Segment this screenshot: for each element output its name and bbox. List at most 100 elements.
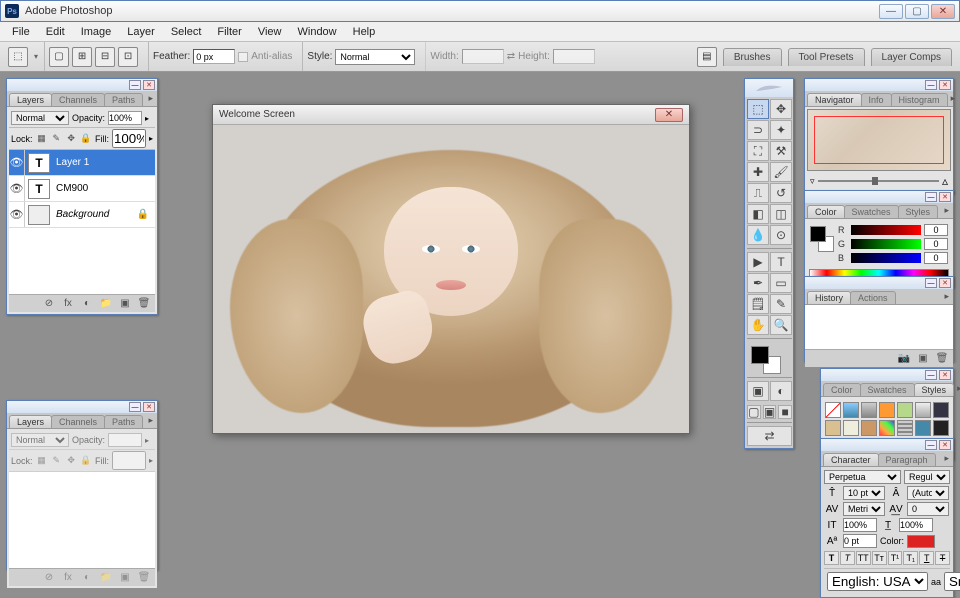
subtract-selection-icon[interactable]: ⊟ xyxy=(95,47,115,67)
panel-close-button[interactable]: ✕ xyxy=(939,278,951,288)
visibility-icon[interactable]: 👁 xyxy=(9,202,25,227)
panel-menu-icon[interactable]: ▸ xyxy=(144,91,157,106)
tab-paragraph[interactable]: Paragraph xyxy=(878,453,936,466)
notes-tool-icon[interactable]: 🗒 xyxy=(747,294,769,314)
b-slider[interactable] xyxy=(851,253,921,263)
shape-tool-icon[interactable]: ▭ xyxy=(770,273,792,293)
history-brush-tool-icon[interactable]: ↺ xyxy=(770,183,792,203)
tab-styles[interactable]: Styles xyxy=(914,383,955,396)
zoom-tool-icon[interactable]: 🔍 xyxy=(770,315,792,335)
marquee-tool-preset-icon[interactable]: ⬚ xyxy=(8,47,28,67)
quickmask-mode-icon[interactable]: ◐ xyxy=(770,381,792,401)
menu-filter[interactable]: Filter xyxy=(209,24,249,40)
layer-mask-icon[interactable]: ◐ xyxy=(79,297,95,311)
tab-swatches[interactable]: Swatches xyxy=(860,383,915,396)
panel-close-button[interactable]: ✕ xyxy=(143,402,155,412)
lock-all-icon[interactable]: 🔒 xyxy=(80,133,92,145)
tab-paths[interactable]: Paths xyxy=(104,93,143,106)
stamp-tool-icon[interactable]: ⎍ xyxy=(747,183,769,203)
r-input[interactable] xyxy=(924,224,948,236)
antialias-select[interactable]: Smooth xyxy=(944,572,960,591)
maximize-button[interactable]: ▢ xyxy=(905,4,929,19)
panel-close-button[interactable]: ✕ xyxy=(939,370,951,380)
tab-paths[interactable]: Paths xyxy=(104,415,143,428)
zoom-slider[interactable] xyxy=(818,180,939,182)
tab-styles[interactable]: Styles xyxy=(898,205,939,218)
panel-min-button[interactable]: — xyxy=(925,278,937,288)
lock-pixels-icon[interactable]: ✎ xyxy=(50,133,62,145)
document-close-button[interactable]: ✕ xyxy=(655,108,683,122)
style-swatch[interactable] xyxy=(879,420,895,436)
add-selection-icon[interactable]: ⊞ xyxy=(72,47,92,67)
type-tool-icon[interactable]: T xyxy=(770,252,792,272)
new-document-icon[interactable]: ▣ xyxy=(915,352,931,366)
opttab-tool-presets[interactable]: Tool Presets xyxy=(788,48,865,66)
intersect-selection-icon[interactable]: ⊡ xyxy=(118,47,138,67)
panel-min-button[interactable]: — xyxy=(129,402,141,412)
smallcaps-button[interactable]: Tᴛ xyxy=(872,551,887,565)
palette-well-icon[interactable]: ▤ xyxy=(697,47,717,67)
style-swatch[interactable] xyxy=(879,402,895,418)
style-swatch[interactable] xyxy=(825,420,841,436)
eraser-tool-icon[interactable]: ◧ xyxy=(747,204,769,224)
panel-min-button[interactable]: — xyxy=(925,440,937,450)
document-canvas[interactable] xyxy=(213,125,689,433)
menu-view[interactable]: View xyxy=(250,24,290,40)
style-swatch[interactable] xyxy=(861,420,877,436)
leading-select[interactable]: (Auto) xyxy=(907,486,949,500)
tracking-select[interactable]: 0 xyxy=(907,502,949,516)
standard-mode-icon[interactable]: ▣ xyxy=(747,381,769,401)
font-size-select[interactable]: 10 pt xyxy=(843,486,885,500)
baseline-input[interactable] xyxy=(843,534,877,548)
opttab-brushes[interactable]: Brushes xyxy=(723,48,782,66)
r-slider[interactable] xyxy=(851,225,921,235)
font-style-select[interactable]: Regular xyxy=(904,470,950,484)
path-select-tool-icon[interactable]: ▶ xyxy=(747,252,769,272)
close-button[interactable]: ✕ xyxy=(931,4,955,19)
g-slider[interactable] xyxy=(851,239,921,249)
lock-transparent-icon[interactable]: ▦ xyxy=(36,133,48,145)
strikethrough-button[interactable]: T xyxy=(935,551,950,565)
panel-close-button[interactable]: ✕ xyxy=(939,440,951,450)
brush-tool-icon[interactable]: 🖌 xyxy=(770,162,792,182)
zoom-out-icon[interactable]: ▿ xyxy=(810,176,815,187)
style-swatch[interactable] xyxy=(915,402,931,418)
style-swatch[interactable] xyxy=(843,402,859,418)
style-swatch[interactable] xyxy=(915,420,931,436)
style-swatch[interactable] xyxy=(897,420,913,436)
allcaps-button[interactable]: TT xyxy=(856,551,871,565)
text-color-swatch[interactable] xyxy=(907,535,935,548)
menu-layer[interactable]: Layer xyxy=(119,24,163,40)
font-family-select[interactable]: Perpetua xyxy=(824,470,901,484)
pen-tool-icon[interactable]: ✒ xyxy=(747,273,769,293)
menu-edit[interactable]: Edit xyxy=(38,24,73,40)
b-input[interactable] xyxy=(924,252,948,264)
panel-menu-icon[interactable]: ▸ xyxy=(144,413,157,428)
vscale-input[interactable] xyxy=(843,518,877,532)
panel-min-button[interactable]: — xyxy=(925,80,937,90)
visibility-icon[interactable]: 👁 xyxy=(9,176,25,201)
style-select[interactable]: Normal xyxy=(335,49,415,65)
tab-color[interactable]: Color xyxy=(807,205,845,218)
panel-close-button[interactable]: ✕ xyxy=(939,192,951,202)
superscript-button[interactable]: T¹ xyxy=(888,551,903,565)
tab-histogram[interactable]: Histogram xyxy=(891,93,948,106)
menu-window[interactable]: Window xyxy=(290,24,345,40)
fill-input[interactable] xyxy=(112,129,146,148)
new-selection-icon[interactable]: ▢ xyxy=(49,47,69,67)
screen-mode-full-menubar-icon[interactable]: ▣ xyxy=(763,405,777,419)
slice-tool-icon[interactable]: ⚒ xyxy=(770,141,792,161)
g-input[interactable] xyxy=(924,238,948,250)
tab-color[interactable]: Color xyxy=(823,383,861,396)
underline-button[interactable]: T xyxy=(919,551,934,565)
panel-menu-icon[interactable]: ▸ xyxy=(940,451,953,466)
panel-menu-icon[interactable]: ▸ xyxy=(953,381,960,396)
delete-state-icon[interactable]: 🗑 xyxy=(934,352,950,366)
new-layer-icon[interactable]: ▣ xyxy=(117,297,133,311)
panel-min-button[interactable]: — xyxy=(925,370,937,380)
menu-file[interactable]: File xyxy=(4,24,38,40)
panel-min-button[interactable]: — xyxy=(925,192,937,202)
new-snapshot-icon[interactable]: 📷 xyxy=(896,352,912,366)
subscript-button[interactable]: T₁ xyxy=(903,551,918,565)
opttab-layer-comps[interactable]: Layer Comps xyxy=(871,48,952,66)
